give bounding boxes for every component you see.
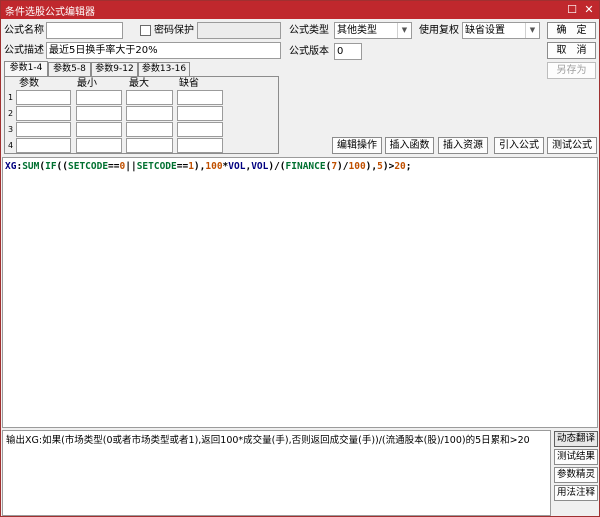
restore-icon[interactable]: ☐ <box>565 3 579 17</box>
param-max-input[interactable] <box>126 122 173 137</box>
chevron-down-icon: ▼ <box>525 23 539 38</box>
code-token: XG <box>5 161 17 172</box>
formula-version-label: 公式版本 <box>289 46 329 57</box>
ok-button[interactable]: 确 定 <box>547 22 596 39</box>
code-token: SETCODE <box>136 161 177 172</box>
param-row-number: 4 <box>8 141 14 150</box>
param-max-input[interactable] <box>126 138 173 153</box>
param-max-input[interactable] <box>126 90 173 105</box>
tab-params-9-12[interactable]: 参数9-12 <box>91 62 138 76</box>
formula-version-input[interactable]: 0 <box>334 43 362 60</box>
save-as-button[interactable]: 另存为 <box>547 62 596 79</box>
code-token: IF <box>45 161 57 172</box>
formula-translation-output: 输出XG:如果(市场类型(0或者市场类型或者1),返回100*成交量(手),否则… <box>2 430 551 516</box>
code-token: 100 <box>205 161 223 172</box>
formula-name-label: 公式名称 <box>4 25 44 36</box>
param-max-input[interactable] <box>126 106 173 121</box>
code-token: SUM <box>22 161 40 172</box>
password-input[interactable] <box>197 22 281 39</box>
code-token: )/( <box>268 161 286 172</box>
param-name-input[interactable] <box>16 106 71 121</box>
insert-resource-button[interactable]: 插入资源 <box>438 137 488 154</box>
close-icon[interactable]: ✕ <box>582 3 596 17</box>
param-wizard-button[interactable]: 参数精灵 <box>554 467 598 483</box>
param-min-input[interactable] <box>76 122 122 137</box>
formula-name-input[interactable] <box>46 22 123 39</box>
password-checkbox[interactable] <box>140 25 151 36</box>
code-token: (( <box>56 161 68 172</box>
cancel-button[interactable]: 取 消 <box>547 42 596 59</box>
password-label: 密码保护 <box>154 25 194 36</box>
param-default-input[interactable] <box>177 90 223 105</box>
param-min-input[interactable] <box>76 106 122 121</box>
param-header-default: 缺省 <box>179 78 199 89</box>
restore-select[interactable]: 缺省设置 ▼ <box>462 22 540 39</box>
code-line: XG:SUM(IF((SETCODE==0||SETCODE==1),100*V… <box>5 161 412 172</box>
edit-ops-button[interactable]: 编辑操作 <box>332 137 382 154</box>
code-token: VOL <box>251 161 269 172</box>
tab-params-1-4[interactable]: 参数1-4 <box>4 61 48 76</box>
formula-type-value: 其他类型 <box>337 25 377 36</box>
code-token: ), <box>193 161 206 172</box>
formula-desc-input[interactable]: 最近5日换手率大于20% <box>46 42 281 59</box>
restore-label: 使用复权 <box>419 25 459 36</box>
code-token: )> <box>382 161 395 172</box>
param-name-input[interactable] <box>16 138 71 153</box>
param-default-input[interactable] <box>177 106 223 121</box>
formula-desc-label: 公式描述 <box>4 45 44 56</box>
test-result-button[interactable]: 测试结果 <box>554 449 598 465</box>
window-title: 条件选股公式编辑器 <box>5 7 95 18</box>
formula-type-label: 公式类型 <box>289 25 329 36</box>
param-min-input[interactable] <box>76 90 122 105</box>
usage-notes-button[interactable]: 用法注释 <box>554 485 598 501</box>
param-name-input[interactable] <box>16 122 71 137</box>
import-formula-button[interactable]: 引入公式 <box>494 137 544 154</box>
chevron-down-icon: ▼ <box>397 23 411 38</box>
param-header-max: 最大 <box>129 78 149 89</box>
formula-type-select[interactable]: 其他类型 ▼ <box>334 22 412 39</box>
code-token: ; <box>405 161 412 172</box>
code-token: VOL <box>228 161 246 172</box>
param-header-name: 参数 <box>19 78 39 89</box>
formula-editor-window: 条件选股公式编辑器 ☐ ✕ 公式名称 密码保护 公式类型 其他类型 ▼ 使用复权… <box>0 0 600 517</box>
restore-value: 缺省设置 <box>465 25 505 36</box>
code-token: == <box>108 161 120 172</box>
insert-function-button[interactable]: 插入函数 <box>385 137 434 154</box>
param-row-number: 2 <box>8 109 14 118</box>
code-token: )/ <box>337 161 349 172</box>
param-default-input[interactable] <box>177 122 223 137</box>
code-token: FINANCE <box>285 161 326 172</box>
tab-params-13-16[interactable]: 参数13-16 <box>138 62 190 76</box>
param-min-input[interactable] <box>76 138 122 153</box>
title-bar: 条件选股公式编辑器 ☐ ✕ <box>1 1 599 19</box>
test-formula-button[interactable]: 测试公式 <box>547 137 597 154</box>
param-header-min: 最小 <box>77 78 97 89</box>
code-token: == <box>176 161 189 172</box>
code-token: 20 <box>394 161 406 172</box>
param-default-input[interactable] <box>177 138 223 153</box>
code-token: || <box>125 161 137 172</box>
formula-code-editor[interactable]: XG:SUM(IF((SETCODE==0||SETCODE==1),100*V… <box>2 157 598 428</box>
tab-params-5-8[interactable]: 参数5-8 <box>48 62 91 76</box>
param-name-input[interactable] <box>16 90 71 105</box>
code-token: SETCODE <box>68 161 109 172</box>
code-token: ), <box>365 161 378 172</box>
param-row-number: 3 <box>8 125 14 134</box>
dynamic-translate-button[interactable]: 动态翻译 <box>554 431 598 447</box>
param-row-number: 1 <box>8 93 14 102</box>
code-token: 100 <box>348 161 366 172</box>
